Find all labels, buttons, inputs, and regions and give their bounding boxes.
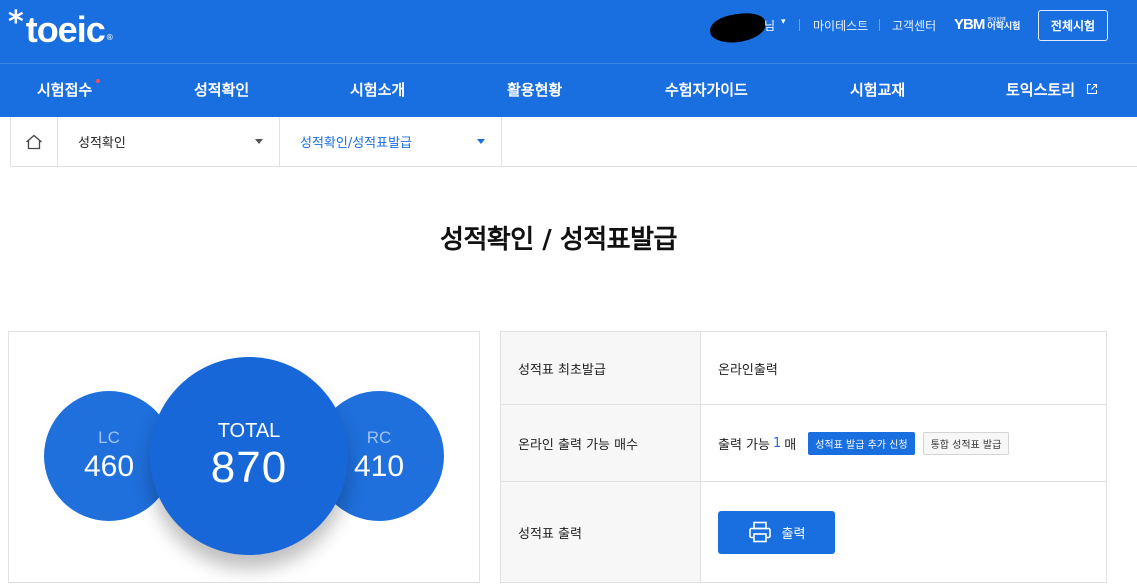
home-button[interactable] — [10, 117, 58, 166]
nav-item-score-check[interactable]: 성적확인 — [194, 64, 249, 117]
printer-icon — [748, 521, 771, 543]
top-header: * toeic ® 님 ▾ 마이테스트 고객센터 YBM 와이비엠 어학시험 전… — [0, 0, 1137, 63]
breadcrumb-select-level2[interactable]: 성적확인/성적표발급 — [280, 117, 502, 166]
logo-asterisk: * — [8, 5, 24, 40]
print-report-value: 출력 — [718, 482, 835, 582]
ybm-logo-label: 어학시험 — [987, 21, 1021, 32]
first-issue-value: 온라인출력 — [718, 362, 778, 378]
breadcrumb: 성적확인 성적확인/성적표발급 — [10, 117, 1137, 167]
util-divider — [799, 19, 800, 31]
printable-count-value: 출력 가능 1 매 성적표 발급 추가 신청 통합 성적표 발급 — [718, 405, 1010, 481]
new-indicator-dot — [96, 79, 101, 83]
user-menu-caret-icon[interactable]: ▾ — [781, 17, 786, 27]
add-issue-request-button[interactable]: 성적표 발급 추가 신청 — [808, 431, 915, 455]
nav-item-examinee-guide[interactable]: 수험자가이드 — [665, 64, 748, 117]
nav-item-label: 성적확인 — [194, 81, 250, 99]
logo-text: toeic — [25, 9, 106, 50]
all-exams-button[interactable]: 전체시험 — [1038, 10, 1108, 41]
customer-center-link[interactable]: 고객센터 — [892, 17, 936, 34]
user-name-suffix[interactable]: 님 — [764, 17, 775, 34]
nav-item-label: 수험자가이드 — [665, 81, 748, 99]
integrated-report-button[interactable]: 통합 성적표 발급 — [922, 431, 1010, 455]
table-row: 성적표 최초발급 온라인출력 — [501, 332, 1106, 405]
page-title: 성적확인 / 성적표발급 — [440, 225, 677, 255]
nav-item-usage-status[interactable]: 활용현황 — [507, 64, 562, 117]
nav-item-label: 토익스토리 — [1006, 81, 1076, 99]
lc-score: 460 — [83, 450, 135, 483]
logo-registered-mark: ® — [105, 33, 114, 42]
nav-item-toeic-story[interactable]: 토익스토리 — [1006, 64, 1098, 117]
nav-item-label: 시험교재 — [850, 81, 906, 99]
main-nav: 시험접수 성적확인 시험소개 활용현황 수험자가이드 시험교재 토익스토리 — [0, 63, 1137, 117]
ybm-language-test-logo[interactable]: YBM 와이비엠 어학시험 — [954, 16, 1020, 33]
nav-item-label: 시험소개 — [350, 81, 406, 99]
mytest-link[interactable]: 마이테스트 — [813, 17, 868, 34]
nav-item-registration[interactable]: 시험접수 — [37, 64, 101, 117]
printable-unit: 매 — [784, 437, 797, 453]
rc-label: RC — [366, 428, 392, 447]
total-score: 870 — [210, 442, 288, 492]
rc-score: 410 — [353, 450, 405, 483]
ybm-logo-mark: YBM — [954, 16, 985, 33]
nav-item-textbooks[interactable]: 시험교재 — [850, 64, 905, 117]
score-card: LC 460 RC 410 TOTAL 870 — [8, 331, 480, 583]
printable-count-number: 1 — [772, 435, 782, 451]
breadcrumb-select-level1[interactable]: 성적확인 — [58, 117, 280, 166]
nav-item-label: 활용현황 — [507, 81, 563, 99]
printable-count-label: 온라인 출력 가능 매수 — [501, 405, 701, 481]
print-button-label: 출력 — [781, 526, 806, 542]
redacted-user-name — [708, 11, 768, 45]
nav-item-exam-intro[interactable]: 시험소개 — [350, 64, 405, 117]
toeic-logo[interactable]: * toeic ® — [8, 5, 114, 51]
total-label: TOTAL — [217, 419, 281, 442]
score-report-info-table: 성적표 최초발급 온라인출력 온라인 출력 가능 매수 출력 가능 1 매 성적… — [500, 331, 1107, 583]
caret-down-icon — [477, 139, 485, 144]
caret-down-icon — [255, 139, 263, 144]
util-divider — [879, 19, 880, 31]
home-icon — [26, 134, 42, 149]
first-issue-label: 성적표 최초발급 — [501, 332, 701, 404]
print-report-label: 성적표 출력 — [501, 482, 701, 582]
breadcrumb-level2-label: 성적확인/성적표발급 — [300, 136, 413, 151]
breadcrumb-level1-label: 성적확인 — [78, 136, 126, 151]
table-row: 온라인 출력 가능 매수 출력 가능 1 매 성적표 발급 추가 신청 통합 성… — [501, 405, 1106, 482]
external-link-icon — [1087, 83, 1098, 94]
table-row: 성적표 출력 출력 — [501, 482, 1106, 582]
printable-prefix: 출력 가능 — [718, 437, 770, 453]
lc-label: LC — [98, 428, 120, 447]
nav-item-label: 시험접수 — [37, 81, 93, 99]
print-button[interactable]: 출력 — [718, 510, 835, 554]
total-score-circle: TOTAL 870 — [150, 357, 348, 555]
